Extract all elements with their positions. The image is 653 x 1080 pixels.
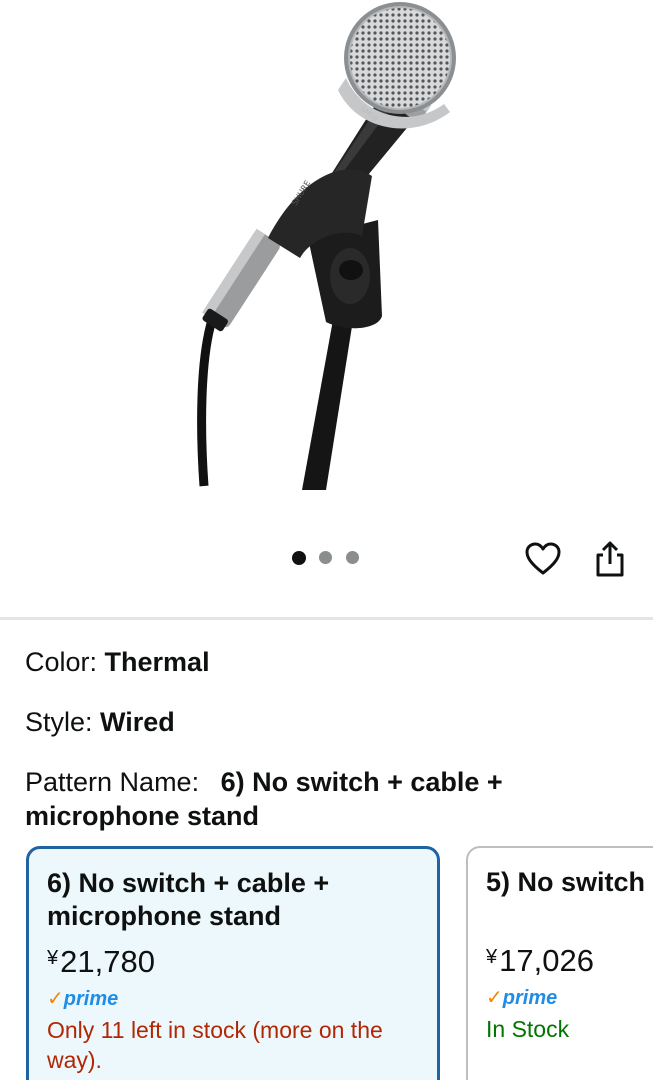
prime-badge: ✓ prime [47,987,118,1011]
product-image[interactable]: SHURE SM58 [150,0,480,490]
option-price: ¥17,026 [486,938,594,980]
pattern-option-6[interactable]: 6) No switch + cable + microphone stand … [26,846,440,1080]
share-button[interactable] [590,538,630,580]
cable [197,318,217,487]
carousel-dot-1[interactable] [292,551,306,565]
color-value: Thermal [104,647,210,677]
stock-status: In Stock [486,1016,570,1042]
price-amount: 21,780 [60,944,155,979]
carousel-dot-2[interactable] [319,551,332,564]
price-amount: 17,026 [499,943,594,978]
stand-pole [302,320,353,490]
style-variation: Style: Wired [25,705,175,739]
wishlist-button[interactable] [522,538,564,580]
color-variation: Color: Thermal [25,645,210,679]
option-title: 5) No switch [486,867,646,897]
product-image-area[interactable]: SHURE SM58 [0,0,653,520]
mic-grille [338,2,456,129]
prime-badge: ✓ prime [486,986,557,1010]
option-price: ¥21,780 [47,939,155,981]
pattern-label: Pattern Name: [25,767,207,797]
option-title: 6) No switch + cable + microphone stand [47,868,330,931]
product-page: SHURE SM58 Color: Thermal Style: Wired P… [0,0,653,1080]
section-divider [0,617,653,620]
xlr-connector [202,228,280,332]
currency-symbol: ¥ [47,947,59,969]
stock-status: Only 11 left in stock (more on the way). [47,1017,383,1073]
prime-check-icon: ✓ [486,987,503,1009]
carousel-dot-3[interactable] [346,551,359,564]
pattern-variation: Pattern Name: 6) No switch + cable + mic… [25,765,635,833]
share-icon [596,541,624,577]
prime-check-icon: ✓ [47,988,64,1010]
color-label: Color: [25,647,105,677]
heart-icon [525,542,561,575]
prime-label: prime [502,987,558,1009]
pattern-option-5[interactable]: 5) No switch ¥17,026 ✓ prime In Stock [466,846,653,1080]
style-value: Wired [100,707,175,737]
currency-symbol: ¥ [486,946,498,968]
prime-label: prime [63,988,119,1010]
style-label: Style: [25,707,101,737]
